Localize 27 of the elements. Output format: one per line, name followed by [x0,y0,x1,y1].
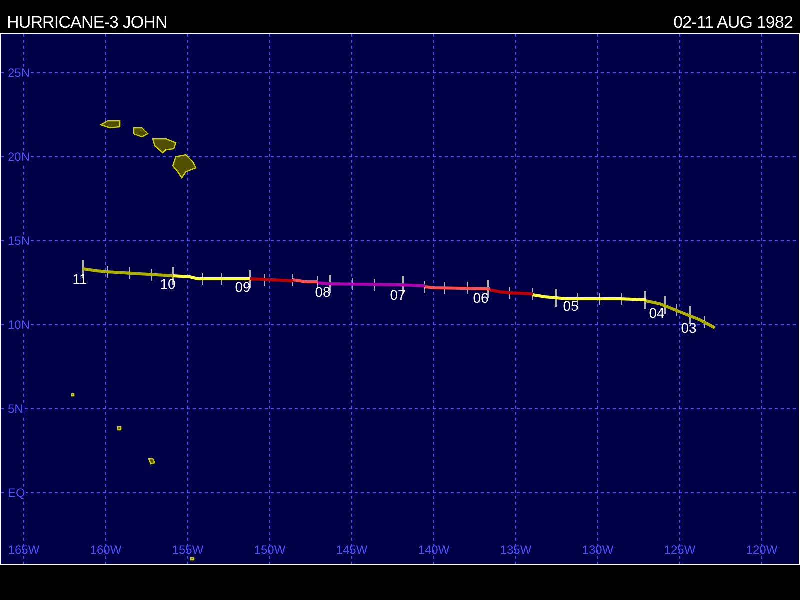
latitude-label: 10N [7,319,32,331]
latitude-label: EQ [7,487,26,499]
longitude-label: 160W [89,544,123,556]
longitude-label: 165W [7,544,41,556]
date-range: 02-11 AUG 1982 [674,14,793,31]
latitude-label: 25N [7,67,32,79]
day-label: 06 [472,291,490,305]
day-label: 07 [389,288,407,302]
longitude-label: 120W [745,544,779,556]
longitude-label: 130W [581,544,615,556]
day-label: 08 [314,285,332,299]
day-label: 10 [159,277,177,291]
longitude-label: 150W [253,544,287,556]
latitude-label: 15N [7,235,32,247]
longitude-label: 125W [663,544,697,556]
longitude-label: 140W [417,544,451,556]
day-label: 04 [648,306,666,320]
longitude-label: 155W [171,544,205,556]
latitude-label: 20N [7,151,32,163]
longitude-label: 145W [335,544,369,556]
storm-title: HURRICANE-3 JOHN [7,14,168,31]
day-label: 11 [72,272,88,286]
day-label: 03 [680,321,698,335]
day-label: 09 [234,280,252,294]
latitude-label: 5N [7,403,24,415]
day-label: 05 [562,299,580,313]
longitude-label: 135W [499,544,533,556]
